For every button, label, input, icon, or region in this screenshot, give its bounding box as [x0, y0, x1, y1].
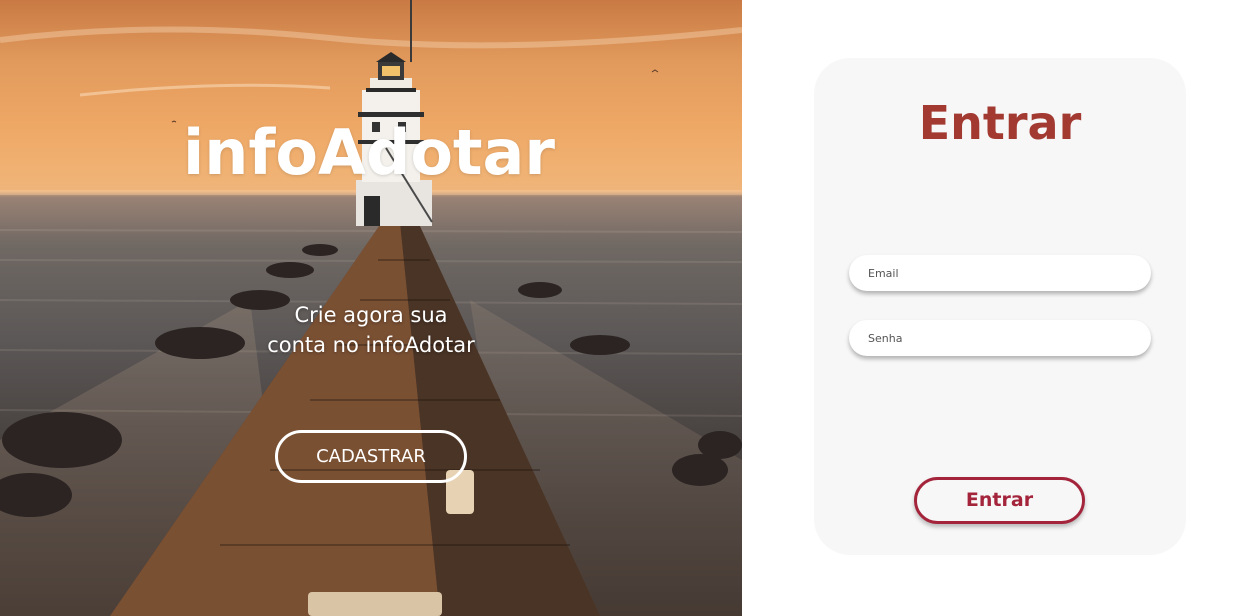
- brand-title: infoAdotar: [183, 116, 555, 189]
- tagline-line-2: conta no infoAdotar: [267, 333, 475, 357]
- email-input[interactable]: [849, 255, 1151, 291]
- tagline-line-1: Crie agora sua: [294, 303, 448, 327]
- hero-panel: infoAdotar Crie agora sua conta no infoA…: [0, 0, 742, 616]
- signup-button[interactable]: CADASTRAR: [275, 430, 467, 483]
- password-input[interactable]: [849, 320, 1151, 356]
- login-title: Entrar: [918, 96, 1082, 150]
- login-card: Entrar Entrar: [814, 58, 1186, 555]
- login-button[interactable]: Entrar: [914, 477, 1085, 524]
- hero-tagline: Crie agora sua conta no infoAdotar: [171, 300, 571, 360]
- page: infoAdotar Crie agora sua conta no infoA…: [0, 0, 1236, 616]
